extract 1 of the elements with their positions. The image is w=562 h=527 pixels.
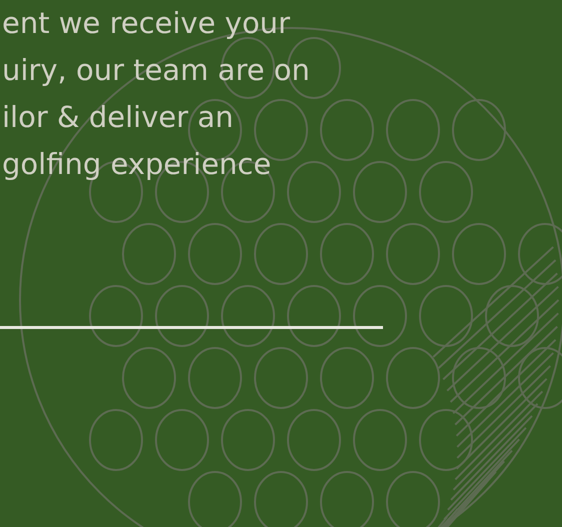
intro-text: ent we receive your uiry, our team are on ilor & deliver an golfing experience — [1, 5, 310, 183]
